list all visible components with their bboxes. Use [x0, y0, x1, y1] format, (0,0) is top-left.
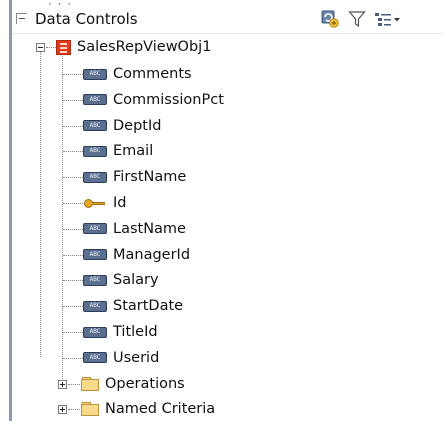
attribute-label: Email	[113, 143, 154, 160]
refresh-icon[interactable]	[320, 10, 340, 28]
attribute-label: StartDate	[113, 298, 184, 315]
tree-node-attribute[interactable]: Id	[83, 191, 126, 215]
attribute-icon: ABC	[83, 120, 107, 132]
attribute-icon: ABC	[83, 171, 107, 183]
tree-node-attribute[interactable]: ABC CommissionPct	[83, 88, 224, 112]
tree-node-attribute[interactable]: ABC DeptId	[83, 114, 161, 138]
attribute-icon: ABC	[83, 352, 107, 364]
folder-label: Named Criteria	[105, 401, 216, 418]
tree-node-label: SalesRepViewObj1	[77, 39, 212, 55]
attribute-label: CommissionPct	[113, 91, 224, 108]
tree-node-attribute[interactable]: ABC ManagerId	[83, 243, 190, 267]
attribute-label: Userid	[113, 349, 160, 366]
tree-node-attribute[interactable]: ABC Userid	[83, 346, 159, 370]
view-options-icon[interactable]	[374, 10, 402, 28]
key-icon	[83, 198, 107, 209]
data-controls-header: Data Controls	[12, 7, 442, 34]
tree-node-folder[interactable]: Named Criteria	[81, 397, 215, 421]
tree-node-attribute[interactable]: ABC Email	[83, 139, 153, 163]
attribute-icon: ABC	[83, 274, 107, 286]
attribute-icon: ABC	[83, 68, 107, 80]
panel-left-border	[9, 0, 12, 421]
attribute-label: Salary	[113, 272, 159, 289]
attribute-icon: ABC	[83, 326, 107, 338]
tree-node-attribute[interactable]: ABC StartDate	[83, 294, 183, 318]
folder-icon	[81, 376, 99, 391]
attribute-label: Comments	[113, 66, 192, 82]
attribute-label: ManagerId	[113, 246, 191, 263]
tree-node-attribute[interactable]: ABC Comments	[83, 62, 192, 86]
attribute-icon: ABC	[83, 94, 107, 106]
header-toolbar	[320, 10, 402, 28]
attribute-label: DeptId	[113, 117, 162, 134]
expand-toggle-icon[interactable]	[58, 405, 67, 415]
attribute-label: Id	[113, 195, 127, 211]
tree-node-attribute[interactable]: ABC FirstName	[83, 165, 186, 189]
attribute-label: FirstName	[113, 169, 187, 186]
attribute-icon: ABC	[83, 300, 107, 312]
tree-node-folder[interactable]: Operations	[81, 372, 185, 396]
collapse-panel-icon[interactable]	[16, 13, 27, 24]
filter-icon[interactable]	[347, 10, 367, 28]
tree-node-attribute[interactable]: ABC LastName	[83, 217, 186, 241]
collapse-toggle-icon[interactable]	[36, 43, 45, 52]
tree-node-attribute[interactable]: ABC Salary	[83, 268, 159, 292]
expand-toggle-icon[interactable]	[58, 379, 67, 389]
view-object-icon	[56, 39, 71, 55]
attribute-label: LastName	[113, 220, 186, 237]
tree-node-view-object[interactable]: SalesRepViewObj1	[56, 35, 211, 59]
attribute-icon: ABC	[83, 145, 107, 157]
folder-label: Operations	[105, 375, 185, 392]
tree-node-attribute[interactable]: ABC TitleId	[83, 320, 158, 344]
attribute-icon: ABC	[83, 249, 107, 261]
attribute-icon: ABC	[83, 223, 107, 235]
attribute-label: TitleId	[113, 324, 158, 340]
panel-title: Data Controls	[35, 10, 138, 28]
folder-icon	[81, 402, 99, 417]
